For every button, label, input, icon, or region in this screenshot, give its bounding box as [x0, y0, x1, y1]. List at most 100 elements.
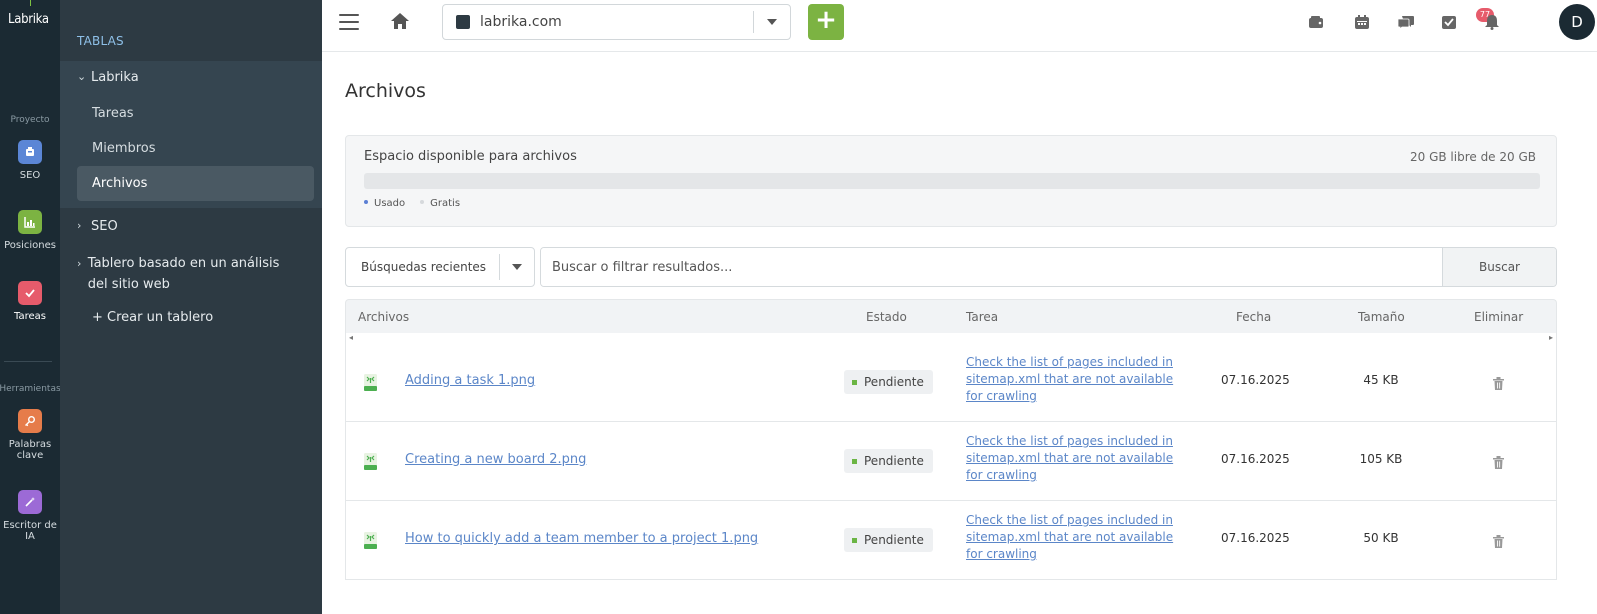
file-date: 07.16.2025 — [1221, 531, 1290, 545]
task-link[interactable]: Check the list of pages included in site… — [966, 433, 1176, 484]
top-bar: labrika.com + 77 D — [322, 0, 1597, 52]
wallet-icon[interactable] — [1306, 12, 1326, 32]
sidebar-board-label: SEO — [91, 219, 118, 234]
file-name-link[interactable]: Creating a new board 2.png — [405, 452, 586, 467]
legend-used: Usado — [364, 198, 405, 209]
trash-icon[interactable] — [1493, 375, 1504, 394]
table-header: Archivos Estado Tarea Fecha Tamaño Elimi… — [345, 299, 1557, 333]
files-table: Archivos Estado Tarea Fecha Tamaño Elimi… — [345, 299, 1557, 580]
table-row: Adding a task 1.png Pendiente Check the … — [345, 343, 1557, 422]
storage-free-text: 20 GB libre de 20 GB — [1409, 150, 1536, 164]
file-size: 45 KB — [1363, 373, 1399, 387]
file-name-link[interactable]: Adding a task 1.png — [405, 373, 535, 388]
rail-item-label: Tareas — [14, 311, 46, 322]
rail-item-palabras-clave[interactable]: Palabras clave — [0, 409, 60, 461]
file-date: 07.16.2025 — [1221, 373, 1290, 387]
task-link[interactable]: Check the list of pages included in site… — [966, 354, 1176, 405]
image-file-icon — [364, 532, 377, 553]
menu-icon[interactable] — [339, 14, 359, 30]
column-header-fecha[interactable]: Fecha — [1236, 310, 1271, 324]
status-badge: Pendiente — [844, 528, 933, 552]
scroll-left-arrow-icon[interactable]: ◂ — [349, 333, 353, 342]
search-box: Buscar — [540, 247, 1557, 287]
status-label: Pendiente — [864, 533, 924, 547]
check-icon — [18, 281, 42, 305]
rail-section-proyecto: Proyecto — [10, 115, 50, 125]
sidebar-item-archivos[interactable]: Archivos — [77, 166, 314, 201]
chart-icon — [18, 210, 42, 234]
sidebar-item-miembros[interactable]: Miembros — [77, 131, 314, 166]
chevron-down-icon: ⌄ — [77, 70, 87, 83]
file-size: 105 KB — [1359, 452, 1403, 466]
storage-legend: Usado Gratis — [364, 198, 460, 209]
column-header-tamano[interactable]: Tamaño — [1358, 310, 1405, 324]
rail-item-escritor-ia[interactable]: Escritor de IA — [0, 490, 60, 542]
seo-icon — [18, 140, 42, 164]
create-board-link[interactable]: + Crear un tablero — [92, 310, 213, 325]
key-icon — [18, 409, 42, 433]
rail-item-tareas[interactable]: Tareas — [0, 281, 60, 322]
table-row: Creating a new board 2.png Pendiente Che… — [345, 422, 1557, 501]
home-icon[interactable] — [390, 12, 410, 34]
sidebar-board-site-analysis[interactable]: › Tablero basado en un análisis del siti… — [77, 253, 302, 295]
sidebar-board-seo[interactable]: › SEO — [77, 219, 118, 234]
chevron-down-icon — [500, 264, 534, 270]
legend-dot — [420, 200, 425, 204]
rail-item-seo[interactable]: SEO — [0, 140, 60, 181]
chevron-down-icon[interactable] — [754, 19, 790, 25]
column-header-tarea[interactable]: Tarea — [966, 310, 998, 324]
search-button[interactable]: Buscar — [1442, 248, 1556, 286]
legend-dot — [364, 200, 368, 204]
rail-item-label: SEO — [19, 170, 41, 181]
status-label: Pendiente — [864, 375, 924, 389]
status-dot — [852, 458, 857, 464]
search-input[interactable] — [541, 248, 1442, 286]
file-date: 07.16.2025 — [1221, 452, 1290, 466]
column-header-archivos[interactable]: Archivos — [358, 310, 409, 324]
app-logo[interactable]: Labrika — [8, 12, 49, 27]
image-file-icon — [364, 374, 377, 395]
status-dot — [852, 379, 857, 385]
project-selector[interactable]: labrika.com — [442, 4, 791, 40]
logo-accent — [30, 0, 31, 6]
page-title: Archivos — [345, 80, 426, 102]
horizontal-scrollbar[interactable]: ◂ ▸ — [345, 333, 1557, 343]
tasks-check-icon[interactable] — [1439, 12, 1459, 32]
main-content: Archivos Espacio disponible para archivo… — [322, 52, 1597, 614]
calendar-icon[interactable] — [1352, 12, 1372, 32]
icon-rail: Labrika Proyecto SEO Posiciones Tareas H… — [0, 0, 60, 614]
status-dot — [852, 537, 857, 543]
storage-label: Espacio disponible para archivos — [364, 149, 577, 164]
magic-wand-icon — [18, 490, 42, 514]
sidebar-heading: TABLAS — [77, 34, 124, 48]
task-link[interactable]: Check the list of pages included in site… — [966, 512, 1176, 563]
chevron-right-icon: › — [77, 219, 82, 232]
chat-icon[interactable] — [1396, 12, 1416, 32]
trash-icon[interactable] — [1493, 533, 1504, 552]
recent-searches-label: Búsquedas recientes — [361, 260, 487, 274]
project-favicon — [456, 15, 470, 29]
add-button[interactable]: + — [808, 4, 844, 40]
recent-searches-dropdown[interactable]: Búsquedas recientes — [345, 247, 535, 287]
status-badge: Pendiente — [844, 370, 933, 394]
rail-item-posiciones[interactable]: Posiciones — [0, 210, 60, 251]
rail-item-label: Palabras clave — [8, 439, 52, 461]
sidebar-item-tareas[interactable]: Tareas — [77, 96, 314, 131]
scroll-right-arrow-icon[interactable]: ▸ — [1549, 333, 1553, 342]
bell-icon[interactable] — [1482, 12, 1502, 32]
storage-progress-bar — [364, 173, 1540, 189]
boards-sidebar: TABLAS ⌄ Labrika Tareas Miembros Archivo… — [60, 0, 322, 614]
sidebar-board-label: Tablero basado en un análisis del sitio … — [87, 256, 280, 292]
storage-panel: Espacio disponible para archivos 20 GB l… — [345, 135, 1557, 227]
column-header-estado[interactable]: Estado — [866, 310, 907, 324]
table-row: How to quickly add a team member to a pr… — [345, 501, 1557, 580]
rail-item-label: Posiciones — [4, 240, 56, 251]
project-name: labrika.com — [480, 14, 562, 30]
legend-free: Gratis — [420, 198, 460, 209]
user-avatar[interactable]: D — [1559, 4, 1595, 40]
legend-used-label: Usado — [374, 198, 406, 209]
trash-icon[interactable] — [1493, 454, 1504, 473]
file-name-link[interactable]: How to quickly add a team member to a pr… — [405, 531, 758, 546]
rail-divider — [4, 361, 52, 362]
sidebar-board-labrika[interactable]: ⌄ Labrika — [77, 70, 139, 85]
